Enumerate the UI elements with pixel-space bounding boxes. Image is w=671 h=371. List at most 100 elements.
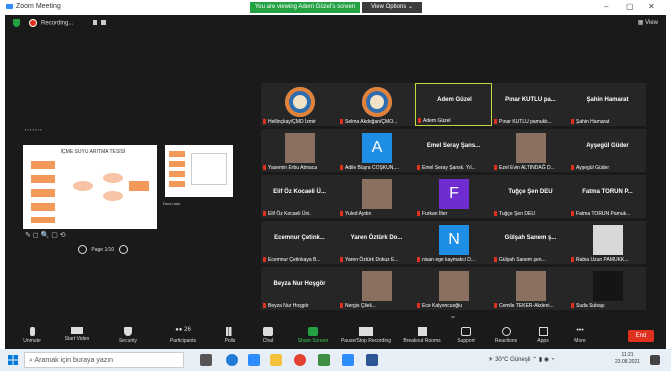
muted-mic-icon: [494, 211, 497, 217]
participant-tile[interactable]: Ezel Evin ALTINDAĞ D...: [492, 129, 569, 172]
edge-browser-icon[interactable]: [226, 354, 238, 366]
muted-mic-icon: [418, 118, 421, 124]
participant-tile[interactable]: Selma Akdoğan/ÇMO...: [338, 83, 415, 126]
participant-tile[interactable]: Adem Güzel Adem Güzel: [415, 83, 492, 126]
participant-tile[interactable]: Yaren Öztürk Do... Yaren Öztürk Dokuz E..…: [338, 221, 415, 264]
participant-tile[interactable]: Fatma TORUN P... Fatma TORUN Pamuk...: [569, 175, 646, 218]
chrome-icon[interactable]: [294, 354, 306, 366]
participant-tile[interactable]: Rabia Uzun PAMUKK...: [569, 221, 646, 264]
participant-tile[interactable]: Suda Subaşı: [569, 267, 646, 310]
pause-stop-recording-button[interactable]: Pause/Stop Recording: [337, 327, 395, 344]
word-icon[interactable]: [366, 354, 378, 366]
participant-tile[interactable]: Hellinçkay/ÇMD İzmir: [261, 83, 338, 126]
apps-button[interactable]: Apps: [531, 327, 555, 344]
muted-mic-icon: [571, 303, 574, 309]
muted-mic-icon: [417, 257, 420, 263]
pause-recording-icon[interactable]: [93, 20, 97, 25]
unmute-button[interactable]: Unmute: [15, 327, 49, 344]
view-options-button[interactable]: View Options ⌄: [362, 2, 422, 13]
muted-mic-icon: [263, 257, 266, 263]
participant-tile[interactable]: Ayşegül Güder Ayşegül Güder: [569, 129, 646, 172]
minimize-button[interactable]: –: [604, 2, 608, 11]
diagram-block: [169, 161, 185, 167]
record-dot-icon: [29, 19, 37, 27]
participant-tile[interactable]: Pınar KUTLU pa... Pınar KUTLU pamukk...: [492, 83, 569, 126]
participant-tile[interactable]: Gülşah Sanem ş... Gülşah Sanem şen...: [492, 221, 569, 264]
muted-mic-icon: [494, 165, 497, 171]
file-explorer-icon[interactable]: [270, 354, 282, 366]
windows-start-icon[interactable]: [8, 355, 18, 365]
notifications-icon[interactable]: [650, 355, 660, 365]
stop-recording-icon[interactable]: [101, 20, 106, 25]
diagram-block: [31, 217, 55, 223]
apps-icon: [538, 327, 548, 336]
system-tray[interactable]: ☀ 30°C Güneşli ⌃ ▮ ◉ ◔: [488, 356, 554, 363]
annotation-tools[interactable]: ✎ ◻ 🔍 ▢ ⟲: [25, 231, 66, 239]
diagram-node: [103, 191, 123, 201]
participant-tile[interactable]: F Furkan İlter: [415, 175, 492, 218]
participant-tile[interactable]: Yuled Aydın: [338, 175, 415, 218]
muted-mic-icon: [417, 303, 420, 309]
end-meeting-button[interactable]: End: [628, 330, 654, 342]
participant-tile[interactable]: Şahin Hamarat Şahin Hamarat: [569, 83, 646, 126]
muted-mic-icon: [571, 211, 574, 217]
maximize-button[interactable]: ▢: [626, 2, 634, 11]
polls-button[interactable]: Polls: [219, 327, 241, 344]
participant-name-label: Pınar KUTLU pamukk...: [494, 119, 552, 125]
shared-slide-secondary: [165, 145, 233, 197]
diagram-block: [31, 203, 55, 211]
muted-mic-icon: [571, 257, 574, 263]
participant-name-label: Ezel Evin ALTINDAĞ D...: [494, 165, 555, 171]
next-page-icon[interactable]: [118, 245, 128, 254]
participant-tile[interactable]: Cemile TEKER-Akdeni...: [492, 267, 569, 310]
diagram-block: [169, 171, 185, 177]
recording-controls-icon: [359, 327, 373, 336]
taskbar-clock[interactable]: 11:21 23.08.2021: [615, 352, 640, 366]
taskbar-search-input[interactable]: ⌕ Aramak için buraya yazın: [24, 352, 184, 368]
prev-page-icon[interactable]: [78, 245, 87, 254]
participants-button[interactable]: ●● 26 Participants: [163, 327, 203, 344]
muted-mic-icon: [340, 303, 343, 309]
zoom-meeting-taskbar-icon[interactable]: [342, 354, 354, 366]
support-button[interactable]: Support: [453, 327, 479, 344]
participant-tile[interactable]: Ece Kalyoncuoğlu: [415, 267, 492, 310]
participant-tile[interactable]: Beyza Nur Hoşgör Beyza Nur Hoşgör: [261, 267, 338, 310]
participant-tile[interactable]: A Adile Büşra COŞKUN,...: [338, 129, 415, 172]
participant-name-label: Hellinçkay/ÇMD İzmir: [263, 119, 316, 125]
excel-icon[interactable]: [318, 354, 330, 366]
participant-tile[interactable]: Tuğçe Şen DEU Tuğçe Şen DEU: [492, 175, 569, 218]
participant-tile[interactable]: Ecemnur Çetink... Ecemnur Çetinkaya B...: [261, 221, 338, 264]
share-screen-button[interactable]: Share Screen: [293, 327, 333, 344]
muted-mic-icon: [263, 119, 266, 125]
diagram-block: [129, 181, 149, 191]
chat-button[interactable]: Chat: [257, 327, 279, 344]
shield-icon: [124, 327, 132, 336]
breakout-rooms-button[interactable]: Breakout Rooms: [399, 327, 445, 344]
zoom-taskbar-icon[interactable]: [248, 354, 260, 366]
view-button[interactable]: ▦ View: [638, 19, 658, 26]
participant-name-label: Ayşegül Güder: [571, 165, 609, 171]
participant-tile[interactable]: Yasemin Erbu Atmaca: [261, 129, 338, 172]
profile-photo: [593, 225, 623, 255]
more-button[interactable]: ••• More: [569, 327, 591, 344]
windows-taskbar: ⌕ Aramak için buraya yazın ☀ 30°C Güneşl…: [0, 349, 671, 371]
shared-slide: İÇME SUYU ARITMA TESİSİ: [23, 145, 157, 229]
scroll-down-chevron-icon[interactable]: ⌄: [441, 311, 465, 323]
participant-tile[interactable]: Nnisan ege kaymakci D...: [415, 221, 492, 264]
security-button[interactable]: Security: [113, 327, 143, 344]
meeting-stage: Recording... ▦ View ▪ ▪ ▪ ▪ ▪ ▪ ▪ İÇME S…: [5, 15, 666, 325]
task-view-icon[interactable]: [200, 354, 212, 366]
muted-mic-icon: [571, 165, 574, 171]
diagram-block: [31, 175, 55, 183]
side-label: Ders notu: [163, 201, 181, 206]
reactions-button[interactable]: Reactions: [491, 327, 521, 344]
participant-tile[interactable]: Nergis Çileli...: [338, 267, 415, 310]
participant-tile[interactable]: Emel Seray Şans... Emel Seray Şansk. Yıl.…: [415, 129, 492, 172]
profile-photo: [516, 133, 546, 163]
participant-tile[interactable]: Elif Öz Kocaeli Ü... Elif Öz Kocaeli Üni.: [261, 175, 338, 218]
muted-mic-icon: [263, 303, 266, 309]
participant-name-label: Emel Seray Şansk. Yıl...: [417, 165, 476, 171]
close-button[interactable]: ✕: [648, 2, 655, 11]
start-video-button[interactable]: Start Video: [57, 327, 97, 342]
page-navigator[interactable]: Page 1/10: [75, 245, 131, 254]
